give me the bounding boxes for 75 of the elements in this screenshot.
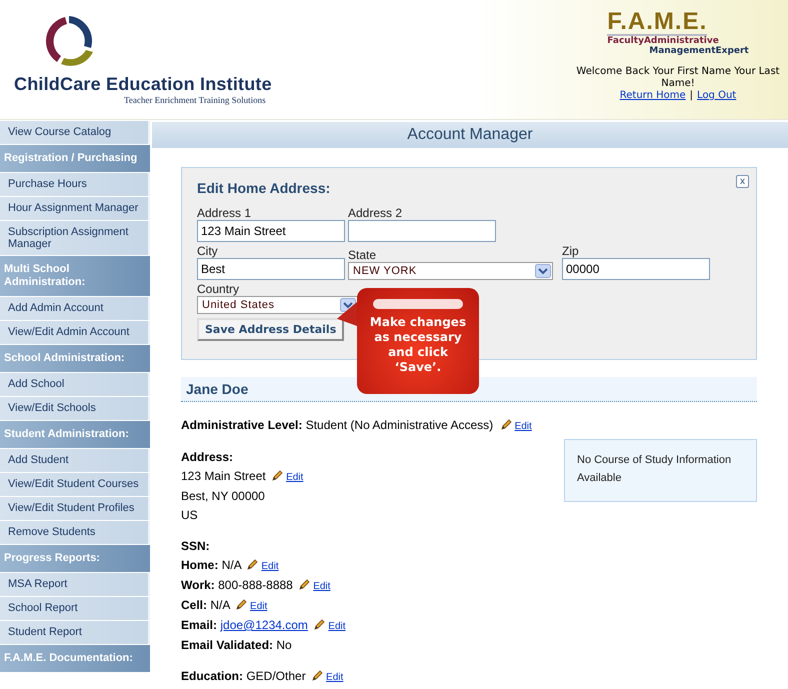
sidebar-item[interactable]: Student Report: [0, 621, 150, 644]
close-button[interactable]: x: [736, 175, 749, 188]
sidebar-item[interactable]: MSA Report: [0, 573, 150, 596]
sidebar-item[interactable]: Hour Assignment Manager: [0, 197, 150, 220]
separator: |: [690, 90, 694, 101]
profile-line: Best, NY 00000: [181, 489, 265, 503]
edit-link[interactable]: Edit: [313, 581, 330, 592]
sidebar-item[interactable]: View/Edit Student Courses: [0, 473, 150, 496]
product-name: ManagementExpert: [649, 46, 749, 56]
tooltip-callout: Make changes as necessary and click ‘Save’.: [337, 288, 479, 394]
product-name: FacultyAdministrative: [607, 36, 719, 46]
sidebar-heading: Progress Reports:: [0, 545, 150, 572]
pencil-icon: [312, 670, 324, 681]
field-label: Country: [197, 282, 240, 296]
profile-line: Email Validated: No: [181, 638, 292, 652]
header-link[interactable]: Return Home: [620, 90, 686, 101]
field-label: City: [197, 244, 219, 258]
brand-name: ChildCare Education Institute: [14, 74, 272, 95]
profile-line: 123 Main Street: [181, 469, 266, 483]
sidebar-item[interactable]: Purchase Hours: [0, 173, 150, 196]
field-label: State: [348, 248, 378, 262]
pencil-icon: [272, 470, 284, 481]
profile-line: Cell: N/A: [181, 598, 230, 612]
sidebar-item[interactable]: Subscription Assignment Manager: [0, 221, 150, 255]
product-acronym: F.A.M.E.: [607, 10, 708, 36]
edit-link[interactable]: Edit: [261, 561, 279, 572]
sidebar-heading: Student Administration:: [0, 421, 150, 448]
edit-link[interactable]: Edit: [286, 472, 304, 483]
profile-label: Email:: [181, 618, 218, 632]
sidebar-heading: School Administration:: [0, 345, 150, 372]
profile-line: SSN:: [181, 539, 210, 553]
panel-title: Edit Home Address:: [197, 180, 330, 196]
input-field[interactable]: 00000: [562, 258, 710, 280]
pencil-icon: [500, 419, 512, 430]
sidebar-item[interactable]: Add Admin Account: [0, 297, 150, 320]
edit-link[interactable]: Edit: [326, 672, 344, 683]
sidebar-item[interactable]: View/Edit Admin Account: [0, 321, 150, 344]
sidebar-item[interactable]: Add Student: [0, 449, 150, 472]
header-link[interactable]: Log Out: [697, 90, 736, 101]
course-info-box: No Course of Study Information Available: [564, 439, 757, 502]
input-field[interactable]: 123 Main Street: [197, 220, 345, 242]
sidebar-heading: Multi School Administration:: [0, 256, 150, 296]
sidebar-item[interactable]: Add School: [0, 373, 150, 396]
edit-link[interactable]: Edit: [328, 621, 346, 632]
sidebar-heading: F.A.M.E. Documentation:: [0, 645, 150, 672]
input-field[interactable]: Best: [197, 258, 345, 280]
brand-tagline: Teacher Enrichment Training Solutions: [124, 95, 266, 105]
save-button[interactable]: Save Address Details: [197, 318, 344, 341]
field-label: Zip: [562, 244, 580, 258]
sidebar-item[interactable]: View/Edit Schools: [0, 397, 150, 420]
page-title-bar: Account Manager: [152, 122, 788, 148]
email-link[interactable]: jdoe@1234.com: [220, 618, 308, 632]
profile-line: Work: 800-888-8888: [181, 578, 293, 592]
dropdown[interactable]: United States: [197, 296, 358, 314]
welcome-message: Welcome Back Your First Name Your Last Name!: [575, 66, 781, 90]
pencil-icon: [314, 619, 326, 630]
sidebar-item[interactable]: View/Edit Student Profiles: [0, 497, 150, 520]
sidebar-heading: Registration / Purchasing: [0, 145, 150, 172]
profile-line: Address:: [181, 450, 234, 464]
edit-link[interactable]: Edit: [250, 601, 268, 612]
profile-line: Home: N/A: [181, 558, 242, 572]
dropdown[interactable]: NEW YORK: [348, 262, 553, 280]
sidebar-item[interactable]: Remove Students: [0, 521, 150, 544]
profile-line: Administrative Level: Student (No Administrative Access): [181, 418, 494, 432]
pencil-icon: [236, 599, 248, 610]
profile-line: US: [181, 508, 198, 522]
input-field[interactable]: [348, 220, 496, 242]
profile-line: Education: GED/Other: [181, 669, 306, 683]
pencil-icon: [299, 579, 310, 590]
edit-link[interactable]: Edit: [514, 421, 532, 432]
field-label: Address 2: [348, 206, 404, 220]
sidebar-item[interactable]: View Course Catalog: [0, 121, 150, 144]
sidebar-item[interactable]: School Report: [0, 597, 150, 620]
field-label: Address 1: [197, 206, 252, 220]
pencil-icon: [247, 559, 258, 570]
